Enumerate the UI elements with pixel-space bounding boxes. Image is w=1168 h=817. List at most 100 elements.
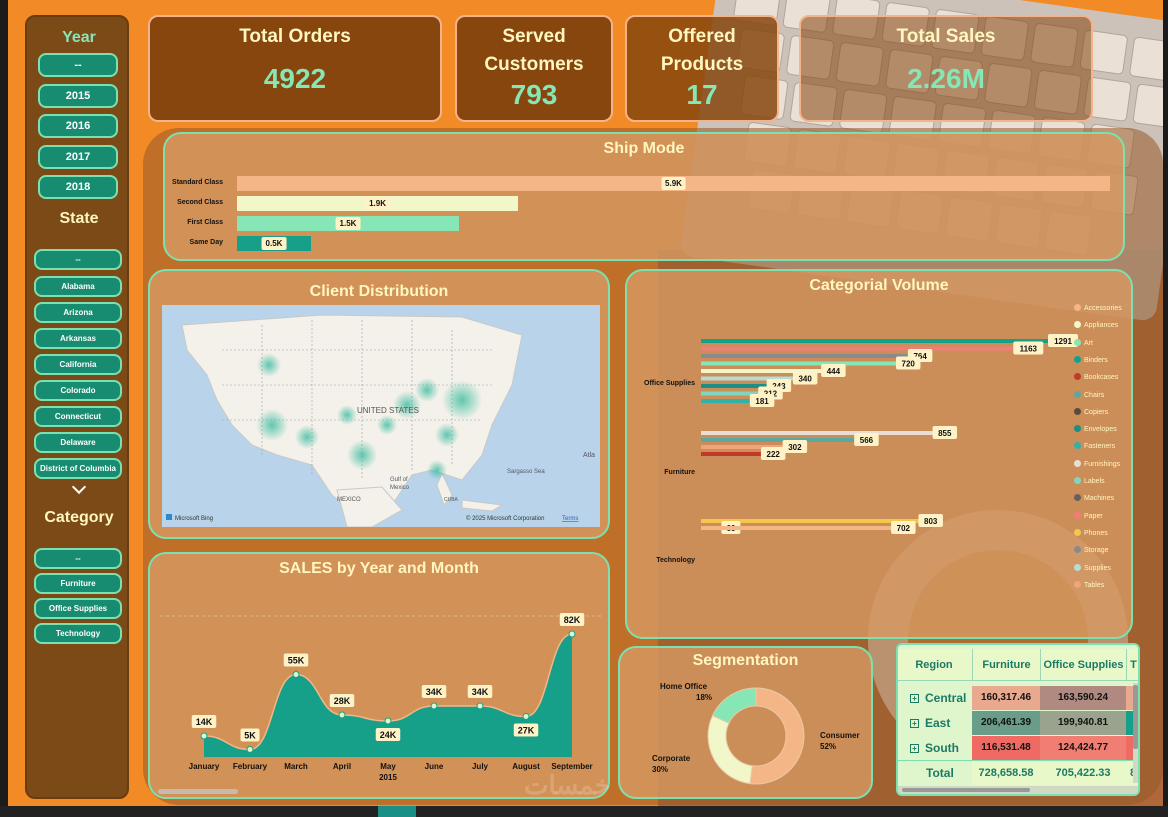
kpi-value: 17	[686, 79, 718, 110]
legend-item[interactable]: Envelopes	[1074, 425, 1117, 433]
state-filter-arkansas[interactable]: Arkansas	[34, 328, 122, 349]
category-axis-label: Office Supplies	[644, 380, 695, 387]
category-filter-technology[interactable]: Technology	[34, 623, 122, 644]
year-filter-2015[interactable]: 2015	[38, 84, 118, 108]
legend-item[interactable]: Tables	[1074, 580, 1104, 589]
sales-data-label: 55K	[288, 656, 305, 666]
volume-data-label: 566	[860, 436, 874, 445]
page-tab[interactable]	[378, 806, 416, 817]
page-scrollbar-thumb[interactable]	[158, 789, 238, 794]
sales-point	[384, 717, 392, 725]
categorial-volume-panel: Categorial Volume Office Supplies Furnitu…	[625, 269, 1133, 639]
table-header-office-supplies[interactable]: Office Supplies	[1040, 649, 1126, 681]
table-header-technology[interactable]: T	[1126, 649, 1138, 681]
legend-item[interactable]: Labels	[1074, 477, 1105, 485]
category-filter-furniture[interactable]: Furniture	[34, 573, 122, 594]
legend-item[interactable]: Storage	[1074, 546, 1109, 554]
legend-label: Appliances	[1084, 322, 1119, 330]
state-filter-delaware[interactable]: Delaware	[34, 432, 122, 453]
sales-point	[476, 702, 484, 710]
volume-data-label: 1291	[1054, 337, 1072, 346]
client-distribution-panel: Client Distribution UNITED STATES MEXICO…	[148, 269, 610, 539]
sales-point	[522, 713, 530, 720]
kpi-value: 793	[510, 79, 558, 110]
kpi-total-orders: Total Orders 4922	[148, 15, 442, 122]
year-filter-2016[interactable]: 2016	[38, 114, 118, 138]
table-row-south[interactable]: + South	[898, 736, 970, 760]
chevron-down-icon[interactable]	[71, 479, 87, 495]
legend-swatch	[1074, 528, 1081, 536]
region-label: South	[925, 741, 959, 755]
volume-data-label: 702	[897, 524, 911, 533]
legend-item[interactable]: Accessories	[1074, 304, 1122, 312]
sales-data-label: 34K	[472, 687, 489, 697]
volume-bar	[701, 384, 767, 388]
state-filter-colorado[interactable]: Colorado	[34, 380, 122, 401]
state-filter-connecticut[interactable]: Connecticut	[34, 406, 122, 427]
year-filter-all[interactable]: --	[38, 53, 118, 77]
state-filter-arizona[interactable]: Arizona	[34, 302, 122, 323]
table-header-region[interactable]: Region	[898, 649, 970, 681]
legend-item[interactable]: Paper	[1074, 511, 1103, 520]
map-bing-label: Microsoft Bing	[175, 516, 213, 522]
table-row-east[interactable]: + East	[898, 711, 970, 735]
table-header-furniture[interactable]: Furniture	[972, 649, 1040, 681]
categorial-volume-chart: Office Supplies Furniture Technology 1291 11…	[644, 334, 1078, 564]
legend-item[interactable]: Machines	[1074, 494, 1114, 502]
table-cell: 163,590.24	[1040, 686, 1126, 710]
legend-item[interactable]: Furnishings	[1074, 459, 1121, 468]
expand-icon[interactable]: +	[910, 744, 919, 754]
legend-item[interactable]: Phones	[1074, 528, 1108, 537]
ship-mode-data-label: 1.5K	[335, 217, 361, 230]
table-cell: 116,531.48	[972, 736, 1040, 760]
legend-label: Copiers	[1084, 408, 1109, 416]
ship-mode-data-label: 1.9K	[365, 197, 391, 210]
segment-slice	[707, 714, 753, 785]
legend-item[interactable]: Supplies	[1074, 563, 1111, 572]
category-filter-title: Category	[44, 509, 114, 526]
volume-data-label: 855	[938, 429, 952, 438]
sales-data-label: 14K	[196, 717, 213, 727]
legend-item[interactable]: Binders	[1074, 355, 1108, 364]
map-country-label: UNITED STATES	[357, 406, 419, 415]
state-filter-all[interactable]: --	[34, 249, 122, 270]
legend-label: Furnishings	[1084, 460, 1121, 468]
expand-icon[interactable]: +	[910, 694, 919, 704]
legend-item[interactable]: Art	[1074, 338, 1093, 347]
state-filter-california[interactable]: California	[34, 354, 122, 375]
legend-item[interactable]: Chairs	[1074, 390, 1104, 399]
volume-data-label: 1163	[1020, 345, 1038, 354]
state-filter-dc[interactable]: District of Columbia	[34, 458, 122, 479]
client-map[interactable]: UNITED STATES MEXICO Gulf of Mexico Sarg…	[162, 305, 600, 527]
ship-mode-title: Ship Mode	[603, 140, 685, 157]
state-filter-alabama[interactable]: Alabama	[34, 276, 122, 297]
kpi-offered-products: Offered Products 17	[625, 15, 779, 122]
table-vertical-scrollbar[interactable]	[1133, 683, 1138, 783]
scrollbar-thumb[interactable]	[902, 788, 1030, 792]
year-filter-2018[interactable]: 2018	[38, 175, 118, 199]
kpi-total-sales: Total Sales 2.26M	[799, 15, 1093, 122]
legend-label: Storage	[1084, 547, 1109, 555]
legend-item[interactable]: Fasteners	[1074, 442, 1115, 450]
table-total-label: Total	[926, 766, 954, 780]
legend-label: Art	[1084, 339, 1093, 347]
volume-data-label: 803	[924, 517, 938, 526]
sales-data-label: 82K	[564, 615, 581, 625]
table-row-central[interactable]: + Central	[898, 686, 970, 710]
legend-item[interactable]: Bookcases	[1074, 373, 1118, 381]
legend-item[interactable]: Copiers	[1074, 407, 1109, 416]
map-terms-link[interactable]: Terms	[562, 516, 578, 522]
expand-icon[interactable]: +	[910, 719, 919, 729]
sales-by-month-panel: SALES by Year and Month 14K January 5K Febr…	[148, 552, 610, 799]
table-total-furniture: 728,658.58	[972, 761, 1040, 785]
legend-item[interactable]: Appliances	[1074, 321, 1118, 329]
ship-mode-row: Second Class 1.9K	[165, 196, 1125, 211]
year-filter-2017[interactable]: 2017	[38, 145, 118, 169]
legend-swatch	[1074, 407, 1081, 415]
category-filter-office-supplies[interactable]: Office Supplies	[34, 598, 122, 619]
table-horizontal-scrollbar[interactable]	[898, 786, 1138, 794]
category-filter-all[interactable]: --	[34, 548, 122, 569]
segment-label: Corporate	[652, 754, 691, 763]
scrollbar-thumb[interactable]	[1133, 685, 1138, 749]
ship-mode-category-label: Same Day	[189, 239, 223, 246]
